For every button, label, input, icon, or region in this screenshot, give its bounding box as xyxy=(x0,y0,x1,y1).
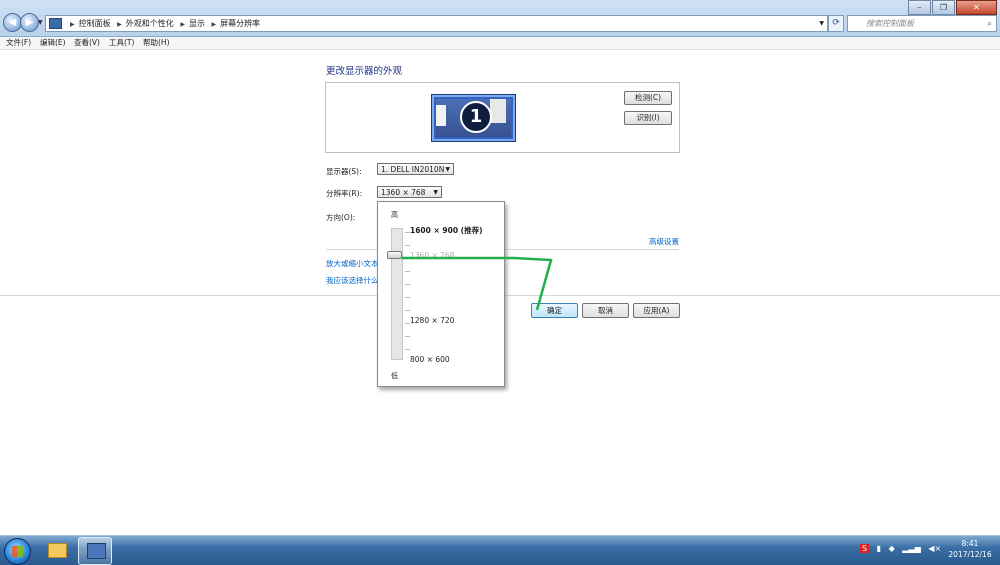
shield-icon[interactable]: ◆ xyxy=(889,544,895,553)
network-icon[interactable]: ▮ xyxy=(877,544,881,553)
taskbar-clock[interactable]: 8:41 2017/12/16 xyxy=(944,538,996,560)
clock-time: 8:41 xyxy=(961,539,979,548)
clock-date: 2017/12/16 xyxy=(948,550,992,559)
annotation-line xyxy=(402,256,553,311)
system-tray: S ▮ ◆ ▂▃▅ ◀× xyxy=(860,544,946,553)
taskbar-control-panel[interactable] xyxy=(78,537,112,565)
input-method-icon[interactable]: S xyxy=(860,544,870,553)
folder-icon xyxy=(48,543,67,558)
start-button[interactable] xyxy=(4,538,31,565)
taskbar-explorer[interactable] xyxy=(40,537,72,563)
control-panel-icon xyxy=(87,543,106,559)
taskbar: S ▮ ◆ ▂▃▅ ◀× 8:41 2017/12/16 xyxy=(0,535,1000,565)
volume-icon[interactable]: ◀× xyxy=(928,544,941,553)
signal-icon[interactable]: ▂▃▅ xyxy=(902,544,920,553)
annotation-arrow xyxy=(402,256,553,311)
